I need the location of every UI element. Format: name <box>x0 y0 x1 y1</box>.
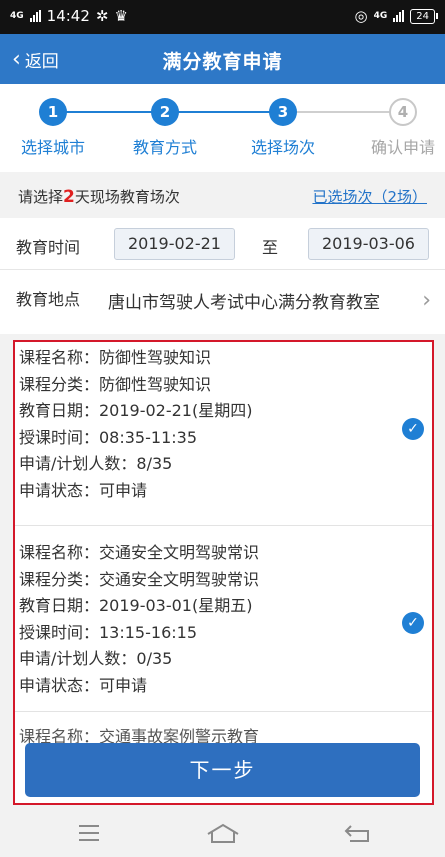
course-count: 申请/计划人数：8/35 <box>19 454 173 473</box>
date-filter-row: 教育时间 2019-02-21 至 2019-03-06 <box>0 218 445 270</box>
clock: 14:42 <box>46 7 90 25</box>
home-icon[interactable] <box>203 820 243 846</box>
step-number: 2 <box>151 98 179 126</box>
hint-days: 2 <box>63 187 75 207</box>
selected-sessions-link[interactable]: 已选场次（2场） <box>312 186 427 207</box>
step-number: 3 <box>269 98 297 126</box>
location-row[interactable]: 教育地点 唐山市驾驶人考试中心满分教育教室 › <box>0 270 445 334</box>
step-number: 4 <box>389 98 417 126</box>
next-step-button[interactable]: 下一步 <box>25 743 420 797</box>
status-bar: 4G 14:42 ✲ ♛ ◎ 4G 24 <box>0 0 445 34</box>
step-label: 教育方式 <box>132 138 197 157</box>
page-title: 满分教育申请 <box>162 51 283 73</box>
course-name: 课程名称：防御性驾驶知识 <box>19 348 212 367</box>
course-date: 教育日期：2019-03-01(星期五) <box>19 596 253 615</box>
course-status: 申请状态：可申请 <box>19 480 148 500</box>
course-status: 申请状态：可申请 <box>19 675 148 695</box>
course-item[interactable]: 课程名称：防御性驾驶知识 课程分类：防御性驾驶知识 教育日期：2019-02-2… <box>15 342 432 526</box>
hint-suffix: 天现场教育场次 <box>74 188 180 206</box>
hint-prefix: 请选择 <box>18 188 64 206</box>
network-type: 4G <box>10 10 24 21</box>
course-date: 教育日期：2019-02-21(星期四) <box>19 401 253 420</box>
step-label: 选择场次 <box>250 138 315 157</box>
check-circle-icon[interactable]: ✓ <box>402 612 424 634</box>
crown-icon: ♛ <box>114 7 128 25</box>
step-label: 选择城市 <box>20 138 85 157</box>
step-remaining-line <box>293 111 403 113</box>
step-label: 确认申请 <box>370 138 435 157</box>
selection-info: 请选择2天现场教育场次 已选场次（2场） <box>0 172 445 218</box>
course-category: 课程分类：交通安全文明驾驶常识 <box>19 569 260 589</box>
signal-icon-right <box>393 10 405 22</box>
course-item[interactable]: 课程名称：交通安全文明驾驶常识 课程分类：交通安全文明驾驶常识 教育日期：201… <box>15 526 432 712</box>
battery-icon: 24 <box>410 8 438 24</box>
step-number: 1 <box>39 98 67 126</box>
check-circle-icon[interactable]: ✓ <box>402 418 424 440</box>
start-date-field[interactable]: 2019-02-21 <box>114 228 235 260</box>
step-indicator: 1 选择城市 2 教育方式 3 选择场次 4 确认申请 <box>0 84 445 172</box>
back-icon[interactable] <box>338 820 378 846</box>
course-count: 申请/计划人数：0/35 <box>19 649 173 668</box>
network-type-right: 4G <box>373 10 388 21</box>
end-date-field[interactable]: 2019-03-06 <box>308 228 429 260</box>
selection-hint: 请选择2天现场教育场次 <box>18 186 180 207</box>
course-name: 课程名称：交通安全文明驾驶常识 <box>19 543 260 562</box>
app-header: ‹ 返回 满分教育申请 <box>0 34 445 84</box>
wechat-icon: ✲ <box>95 7 109 25</box>
date-separator: 至 <box>262 238 279 257</box>
course-list: 课程名称：防御性驾驶知识 课程分类：防御性驾驶知识 教育日期：2019-02-2… <box>13 340 434 805</box>
course-time: 授课时间：13:15-16:15 <box>19 622 197 642</box>
location-icon: ◎ <box>354 7 368 25</box>
system-nav-bar <box>0 810 445 857</box>
chevron-right-icon: › <box>422 288 431 313</box>
location-value: 唐山市驾驶人考试中心满分教育教室 <box>108 293 380 313</box>
menu-icon[interactable] <box>70 820 110 846</box>
course-time: 授课时间：08:35-11:35 <box>19 427 197 447</box>
location-label: 教育地点 <box>16 290 81 309</box>
course-category: 课程分类：防御性驾驶知识 <box>19 374 212 394</box>
date-filter-label: 教育时间 <box>16 238 81 257</box>
signal-icon <box>29 10 41 22</box>
